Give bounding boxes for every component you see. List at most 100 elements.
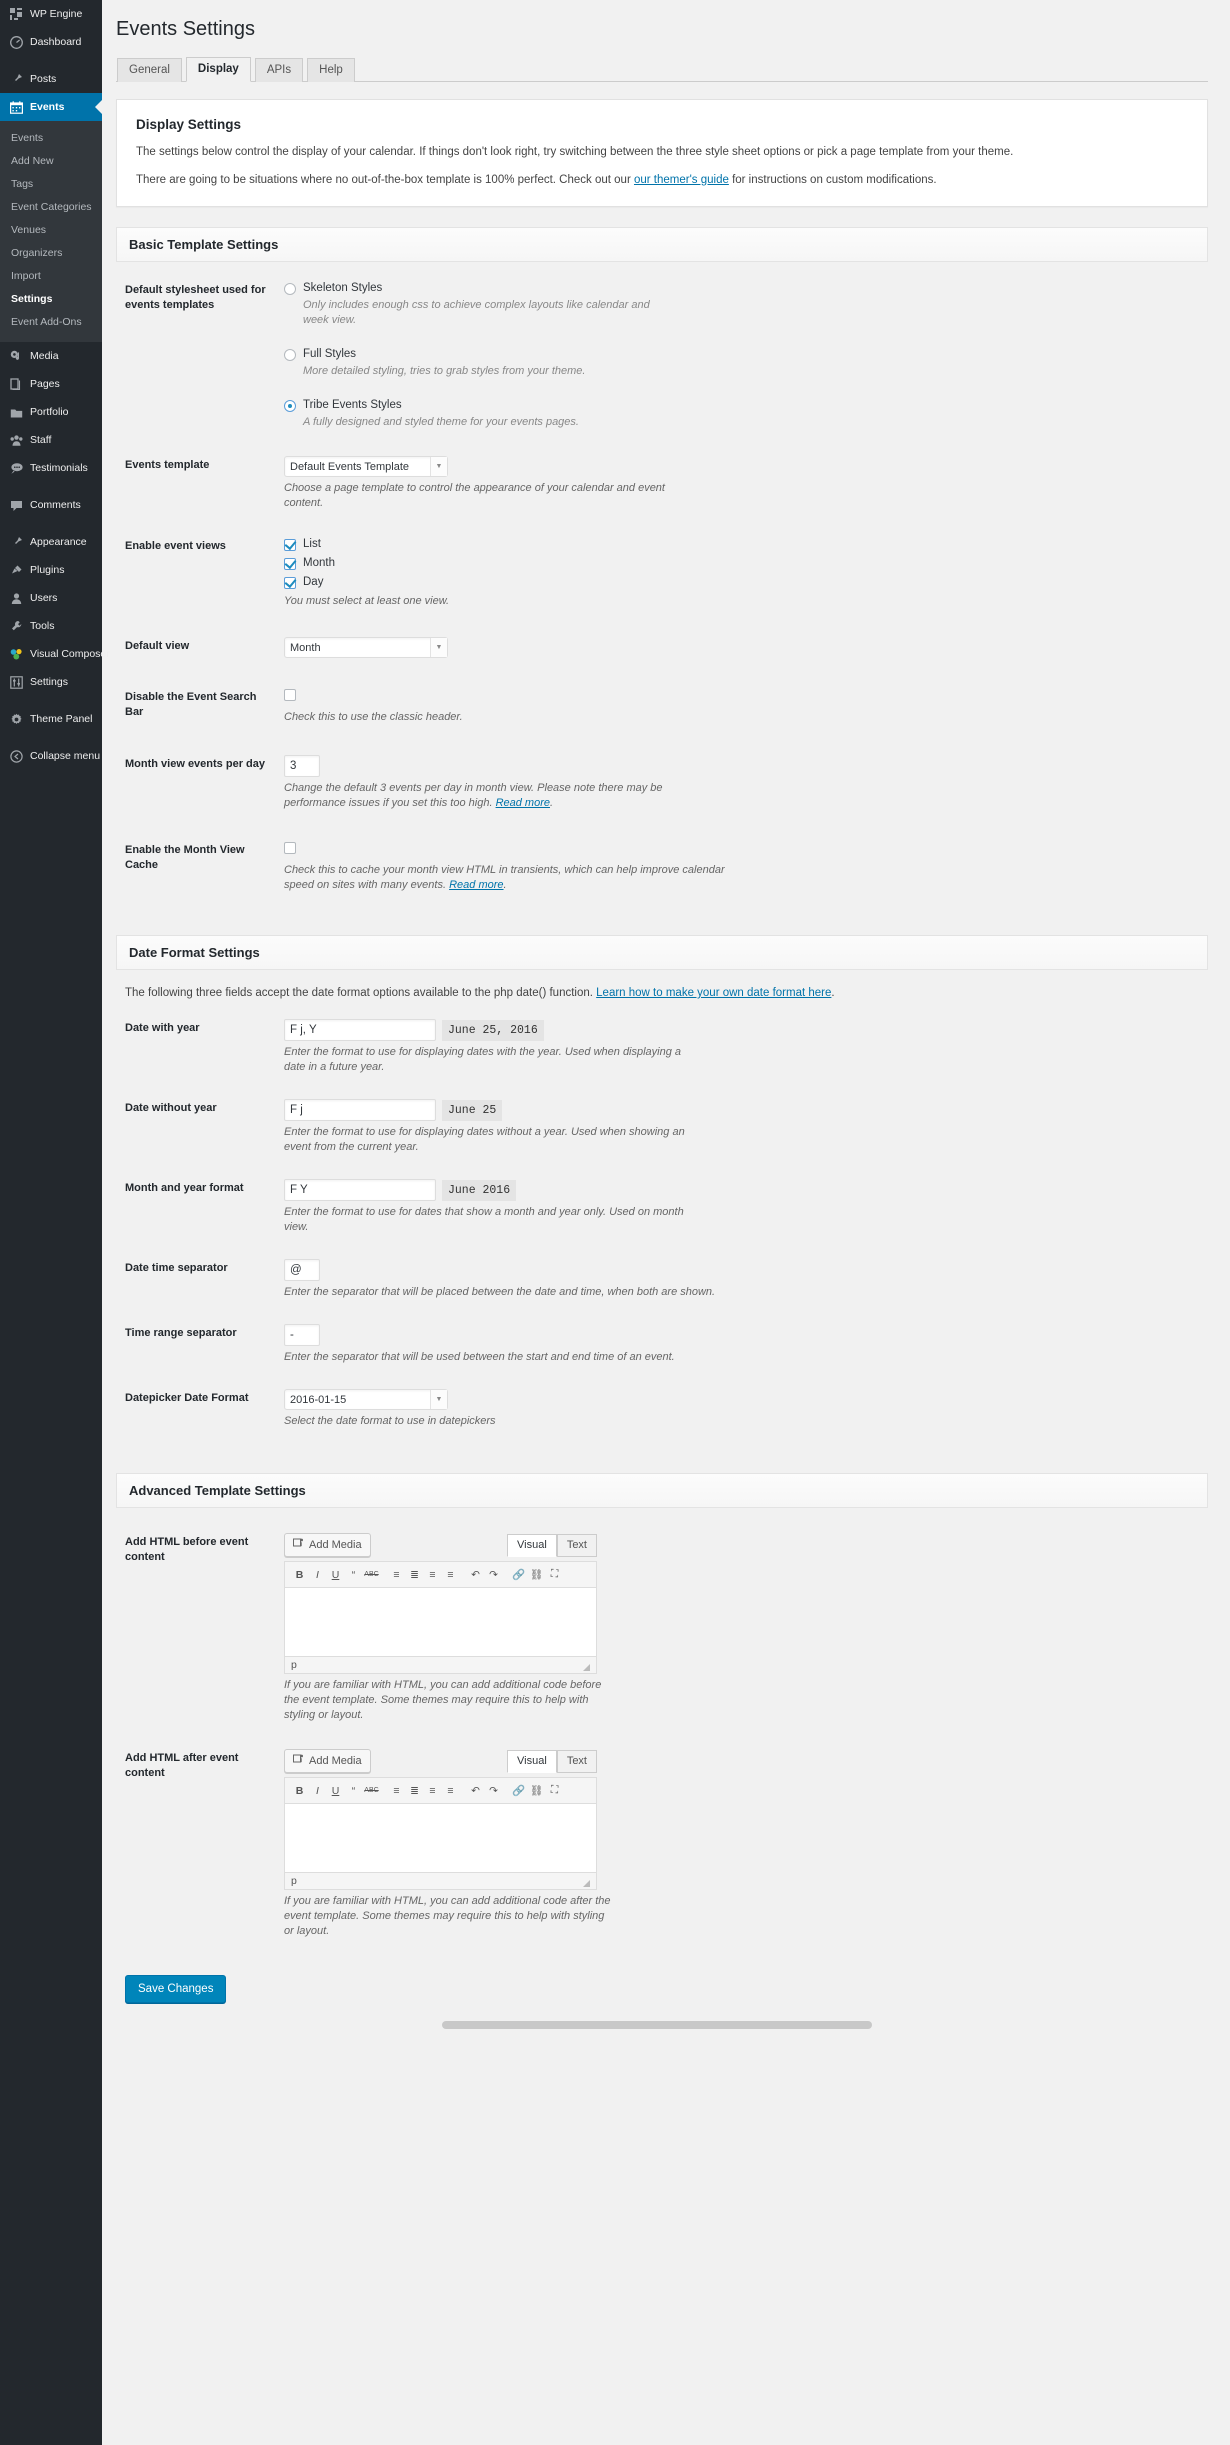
sidebar-item-posts[interactable]: Posts xyxy=(0,65,102,93)
align-center-icon[interactable]: ≡ xyxy=(442,1782,459,1799)
italic-icon[interactable]: I xyxy=(309,1566,326,1583)
radio-button[interactable] xyxy=(284,282,296,295)
sidebar-item-theme-panel[interactable]: Theme Panel xyxy=(0,705,102,733)
tab-display[interactable]: Display xyxy=(185,57,251,82)
default-view-select[interactable]: Month ▼ xyxy=(284,637,448,658)
radio-option-skeleton-styles[interactable]: Skeleton Styles Only includes enough css… xyxy=(284,281,1208,328)
sidebar-item-events[interactable]: Events xyxy=(0,93,102,121)
editor-textarea[interactable] xyxy=(284,1587,597,1657)
tab-text[interactable]: Text xyxy=(556,1749,597,1773)
align-left-icon[interactable]: ≡ xyxy=(424,1782,441,1799)
strikethrough-icon[interactable]: ABC xyxy=(363,1782,380,1799)
disable-search-checkbox[interactable] xyxy=(284,689,296,701)
underline-icon[interactable]: U xyxy=(327,1566,344,1583)
submenu-item-add-new[interactable]: Add New xyxy=(0,150,102,173)
submenu-item-import[interactable]: Import xyxy=(0,265,102,288)
underline-icon[interactable]: U xyxy=(327,1782,344,1799)
events-per-day-input[interactable]: 3 xyxy=(284,755,320,777)
date-with-year-input[interactable]: F j, Y xyxy=(284,1019,436,1041)
datetime-separator-input[interactable]: @ xyxy=(284,1259,320,1281)
undo-icon[interactable]: ↶ xyxy=(467,1782,484,1799)
fullscreen-icon[interactable]: ⛶ xyxy=(546,1782,563,1799)
numbered-list-icon[interactable]: ≣ xyxy=(406,1782,423,1799)
bold-icon[interactable]: B xyxy=(291,1782,308,1799)
italic-icon[interactable]: I xyxy=(309,1782,326,1799)
sidebar-item-users[interactable]: Users xyxy=(0,584,102,612)
events-template-select[interactable]: Default Events Template ▼ xyxy=(284,456,448,477)
bulleted-list-icon[interactable]: ≡ xyxy=(388,1782,405,1799)
sidebar-item-plugins[interactable]: Plugins xyxy=(0,556,102,584)
submenu-item-event-categories[interactable]: Event Categories xyxy=(0,196,102,219)
scrollbar-thumb[interactable] xyxy=(442,2021,872,2029)
submenu-item-tags[interactable]: Tags xyxy=(0,173,102,196)
bold-icon[interactable]: B xyxy=(291,1566,308,1583)
tab-visual[interactable]: Visual xyxy=(507,1749,557,1773)
date-without-year-input[interactable]: F j xyxy=(284,1099,436,1121)
checkbox-option-day[interactable]: Day xyxy=(284,575,1208,590)
tab-apis[interactable]: APIs xyxy=(254,58,304,82)
redo-icon[interactable]: ↷ xyxy=(485,1566,502,1583)
read-more-link[interactable]: Read more xyxy=(496,797,550,809)
checkbox[interactable] xyxy=(284,538,296,551)
sidebar-item-dashboard[interactable]: Dashboard xyxy=(0,28,102,56)
horizontal-scrollbar[interactable] xyxy=(102,2021,1230,2029)
checkbox-option-list[interactable]: List xyxy=(284,537,1208,552)
month-year-format-input[interactable]: F Y xyxy=(284,1179,436,1201)
radio-button[interactable] xyxy=(284,348,296,361)
read-more-link[interactable]: Read more xyxy=(449,879,503,891)
datepicker-format-select[interactable]: 2016-01-15 ▼ xyxy=(284,1389,448,1410)
align-center-icon[interactable]: ≡ xyxy=(442,1566,459,1583)
checkbox[interactable] xyxy=(284,557,296,570)
checkbox-option-month[interactable]: Month xyxy=(284,556,1208,571)
insert-link-icon[interactable]: 🔗 xyxy=(510,1566,527,1583)
blockquote-icon[interactable]: “ xyxy=(345,1782,362,1799)
add-media-button[interactable]: Add Media xyxy=(284,1533,371,1557)
checkbox[interactable] xyxy=(284,576,296,589)
sidebar-item-portfolio[interactable]: Portfolio xyxy=(0,398,102,426)
sidebar-item-tools[interactable]: Tools xyxy=(0,612,102,640)
submenu-item-event-add-ons[interactable]: Event Add-Ons xyxy=(0,311,102,334)
radio-button[interactable] xyxy=(284,399,296,412)
collapse-menu-button[interactable]: Collapse menu xyxy=(0,742,102,770)
redo-icon[interactable]: ↷ xyxy=(485,1782,502,1799)
editor-textarea[interactable] xyxy=(284,1803,597,1873)
insert-link-icon[interactable]: 🔗 xyxy=(510,1782,527,1799)
fullscreen-icon[interactable]: ⛶ xyxy=(546,1566,563,1583)
month-view-cache-checkbox[interactable] xyxy=(284,842,296,854)
blockquote-icon[interactable]: “ xyxy=(345,1566,362,1583)
align-left-icon[interactable]: ≡ xyxy=(424,1566,441,1583)
radio-option-tribe-events-styles[interactable]: Tribe Events Styles A fully designed and… xyxy=(284,398,1208,430)
sidebar-item-pages[interactable]: Pages xyxy=(0,370,102,398)
sidebar-item-comments[interactable]: Comments xyxy=(0,491,102,519)
themers-guide-link[interactable]: our themer's guide xyxy=(634,174,729,186)
sidebar-item-media[interactable]: Media xyxy=(0,342,102,370)
save-changes-button[interactable]: Save Changes xyxy=(125,1975,227,2003)
bulleted-list-icon[interactable]: ≡ xyxy=(388,1566,405,1583)
unlink-icon[interactable]: ⛓ xyxy=(528,1782,545,1799)
sidebar-item-visual-composer[interactable]: Visual Composer xyxy=(0,640,110,668)
add-media-button[interactable]: Add Media xyxy=(284,1749,371,1773)
strikethrough-icon[interactable]: ABC xyxy=(363,1566,380,1583)
date-format-docs-link[interactable]: Learn how to make your own date format h… xyxy=(596,987,831,999)
tab-help[interactable]: Help xyxy=(307,58,355,82)
submenu-item-settings[interactable]: Settings xyxy=(0,288,102,311)
sidebar-item-testimonials[interactable]: Testimonials xyxy=(0,454,102,482)
radio-option-full-styles[interactable]: Full Styles More detailed styling, tries… xyxy=(284,347,1208,379)
add-media-icon xyxy=(293,1537,304,1553)
submenu-item-venues[interactable]: Venues xyxy=(0,219,102,242)
undo-icon[interactable]: ↶ xyxy=(467,1566,484,1583)
resize-handle[interactable] xyxy=(583,1664,590,1671)
tab-visual[interactable]: Visual xyxy=(507,1533,557,1557)
sidebar-item-staff[interactable]: Staff xyxy=(0,426,102,454)
submenu-item-organizers[interactable]: Organizers xyxy=(0,242,102,265)
tab-text[interactable]: Text xyxy=(556,1533,597,1557)
sidebar-item-settings[interactable]: Settings xyxy=(0,668,102,696)
sidebar-item-wp-engine[interactable]: WP Engine xyxy=(0,0,102,28)
resize-handle[interactable] xyxy=(583,1880,590,1887)
tab-general[interactable]: General xyxy=(117,58,182,82)
submenu-item-events[interactable]: Events xyxy=(0,127,102,150)
sidebar-item-appearance[interactable]: Appearance xyxy=(0,528,102,556)
numbered-list-icon[interactable]: ≣ xyxy=(406,1566,423,1583)
unlink-icon[interactable]: ⛓ xyxy=(528,1566,545,1583)
time-range-separator-input[interactable]: - xyxy=(284,1324,320,1346)
